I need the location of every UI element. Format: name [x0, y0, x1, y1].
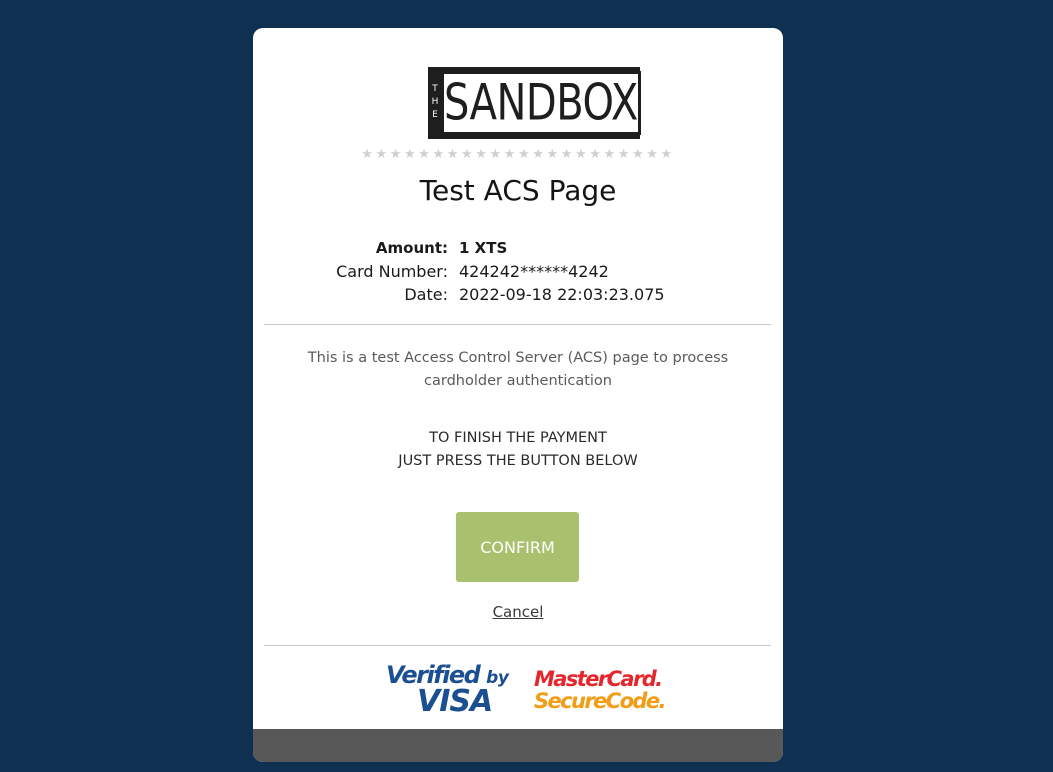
sandbox-logo: THE SANDBOX — [428, 67, 641, 139]
security-badges: Verified by VISA MasterCard. SecureCode. — [253, 660, 783, 720]
info-line-1: This is a test Access Control Server (AC… — [307, 350, 729, 366]
card-number-row: Card Number: 424242******4242 — [253, 260, 783, 283]
cancel-link-text[interactable]: Cancel — [493, 603, 544, 621]
divider-top — [264, 324, 771, 325]
star-divider: ★★★★★★★★★★★★★★★★★★★★★★ — [361, 147, 675, 162]
footer-bar — [253, 729, 783, 762]
transaction-details: Amount: 1 XTS Card Number: 424242******4… — [253, 237, 783, 306]
amount-value: 1 XTS — [459, 239, 508, 257]
info-line-2: cardholder authentication — [424, 373, 612, 389]
logo-box: SANDBOX — [441, 71, 641, 135]
logo-the-text: THE — [428, 67, 441, 139]
page-title: Test ACS Page — [419, 174, 617, 207]
confirm-button[interactable]: CONFIRM — [456, 512, 579, 582]
logo-main-text: SANDBOX — [444, 74, 638, 132]
mc-line-2: SecureCode. — [534, 689, 666, 713]
divider-bottom — [264, 645, 771, 646]
date-label: Date: — [404, 285, 448, 304]
vbv-visa-text: VISA — [417, 684, 493, 719]
date-row: Date: 2022-09-18 22:03:23.075 — [253, 283, 783, 306]
amount-label: Amount: — [375, 239, 448, 257]
cancel-link: Cancel — [253, 601, 783, 623]
instruction-text: TO FINISH THE PAYMENT JUST PRESS THE BUT… — [293, 427, 743, 473]
info-text: This is a test Access Control Server (AC… — [293, 347, 743, 393]
date-value: 2022-09-18 22:03:23.075 — [459, 285, 665, 304]
instruction-line-1: TO FINISH THE PAYMENT — [429, 430, 607, 446]
card-number-value: 424242******4242 — [459, 262, 609, 281]
verified-by-visa-logo: Verified by VISA — [384, 660, 514, 720]
mastercard-securecode-logo: MasterCard. SecureCode. — [534, 666, 666, 718]
logo-the-letters: THE — [430, 83, 440, 123]
amount-row: Amount: 1 XTS — [253, 237, 783, 260]
instruction-line-2: JUST PRESS THE BUTTON BELOW — [398, 453, 638, 469]
card-number-label: Card Number: — [336, 262, 448, 281]
acs-card: THE SANDBOX ★★★★★★★★★★★★★★★★★★★★★★ Test … — [253, 28, 783, 762]
